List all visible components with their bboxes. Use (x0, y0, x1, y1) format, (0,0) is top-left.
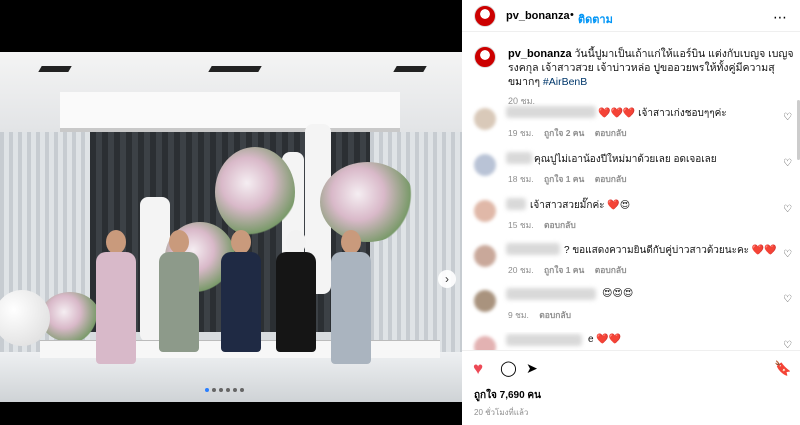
person-head (106, 230, 126, 254)
person-head (341, 230, 361, 254)
carousel-dot (205, 388, 209, 392)
comment-meta: 20 ชม. ถูกใจ 1 คน ตอบกลับ (508, 263, 626, 277)
person-suit (276, 252, 316, 352)
commenter-avatar[interactable] (474, 245, 496, 267)
comment-text: 😍😍😍 (602, 288, 634, 299)
post-actions: ♥ ◯ ➤ 🔖 ถูกใจ 7,690 คน 20 ชั่วโมงที่แล้ว (462, 350, 800, 425)
commenter-username-blurred[interactable] (506, 198, 526, 210)
separator-dot: • (570, 9, 574, 21)
commenter-avatar[interactable] (474, 154, 496, 176)
like-heart-icon[interactable]: ♥ (473, 360, 483, 377)
reply-button[interactable]: ตอบกลับ (595, 128, 627, 138)
comment-likes[interactable]: ถูกใจ 1 คน (544, 265, 584, 275)
carousel-dots (205, 388, 244, 392)
comment-item: คุณปูไม่เอาน้องปีใหม่มาด้วยเลย อดเจอเลย … (462, 150, 800, 194)
post-caption: pv_bonanza วันนี้ปูมาเป็นเถ้าแก่ให้แอร์บ… (508, 47, 794, 108)
post-photo[interactable]: › (0, 52, 462, 402)
comment-text: ❤️❤️❤️ เจ้าสาวเก่งชอบๆๆค่ะ (598, 108, 727, 119)
reply-button[interactable]: ตอบกลับ (595, 265, 627, 275)
carousel-next-button[interactable]: › (438, 270, 456, 288)
post-header: pv_bonanza • ติดตาม ⋯ (462, 0, 800, 32)
comment-item: e ❤️❤️ ♡ (462, 332, 800, 350)
comment-like-icon[interactable]: ♡ (783, 294, 792, 305)
carousel-dot (240, 388, 244, 392)
comment-text: คุณปูไม่เอาน้องปีใหม่มาด้วยเลย อดเจอเลย (534, 154, 717, 165)
post-time: 20 ชั่วโมงที่แล้ว (474, 408, 529, 417)
comment-item: เจ้าสาวสวยมั๊กค่ะ ❤️😍 15 ชม. ตอบกลับ ♡ (462, 196, 800, 240)
commenter-username-blurred[interactable] (506, 334, 582, 346)
ceiling-light (38, 66, 72, 72)
carousel-dot (212, 388, 216, 392)
carousel-dot (233, 388, 237, 392)
commenter-avatar[interactable] (474, 290, 496, 312)
comment-meta: 18 ชม. ถูกใจ 1 คน ตอบกลับ (508, 172, 626, 186)
ceiling-light (393, 66, 427, 72)
person (325, 230, 377, 364)
person-head (286, 230, 306, 254)
comment-item: ❤️❤️❤️ เจ้าสาวเก่งชอบๆๆค่ะ 19 ชม. ถูกใจ … (462, 104, 800, 148)
comment-like-icon[interactable]: ♡ (783, 112, 792, 123)
share-icon[interactable]: ➤ (526, 360, 538, 377)
follow-button[interactable]: ติดตาม (578, 10, 613, 28)
commenter-username-blurred[interactable] (506, 152, 532, 164)
commenter-avatar[interactable] (474, 108, 496, 130)
author-username[interactable]: pv_bonanza (506, 10, 570, 22)
person (270, 230, 322, 358)
comment-meta: 15 ชม. ตอบกลับ (508, 218, 576, 232)
comment-like-icon[interactable]: ♡ (783, 340, 792, 350)
commenter-avatar[interactable] (474, 336, 496, 350)
person-gown (331, 252, 371, 364)
ceiling-light (208, 66, 262, 72)
photo-ceiling (0, 52, 462, 132)
person (90, 230, 142, 364)
person-suit (221, 252, 261, 352)
person-head (231, 230, 251, 254)
commenter-username-blurred[interactable] (506, 243, 560, 255)
person (153, 230, 205, 358)
comment-likes[interactable]: ถูกใจ 2 คน (544, 128, 584, 138)
person (215, 230, 267, 358)
comment-icon[interactable]: ◯ (500, 360, 517, 377)
comment-like-icon[interactable]: ♡ (783, 204, 792, 215)
instagram-post-viewer: › pv_bonanza • ติดตาม ⋯ pv_bonanza วันนี… (0, 0, 800, 425)
comment-time: 15 ชม. (508, 220, 534, 230)
reply-button[interactable]: ตอบกลับ (595, 174, 627, 184)
caption-hashtag[interactable]: #AirBenB (543, 76, 587, 88)
commenter-username-blurred[interactable] (506, 288, 596, 300)
comment-text: e ❤️❤️ (588, 334, 622, 345)
caption-avatar[interactable] (474, 46, 496, 68)
carousel-dot (226, 388, 230, 392)
flower-arrangement (215, 147, 295, 237)
person-dress (96, 252, 136, 364)
bookmark-icon[interactable]: 🔖 (774, 360, 791, 377)
person-head (169, 230, 189, 254)
comment-text: เจ้าสาวสวยมั๊กค่ะ ❤️😍 (530, 200, 631, 211)
commenter-avatar[interactable] (474, 200, 496, 222)
more-options-icon[interactable]: ⋯ (773, 9, 788, 26)
carousel-dot (219, 388, 223, 392)
chevron-right-icon: › (445, 272, 449, 286)
comment-like-icon[interactable]: ♡ (783, 158, 792, 169)
ceiling-beam (60, 92, 400, 132)
comment-meta: 9 ชม. ตอบกลับ (508, 308, 571, 322)
comment-text: ? ขอแสดงความยินดีกับคู่บ่าวสาวด้วยนะคะ ❤… (564, 245, 777, 256)
person-shirt (159, 252, 199, 352)
comment-like-icon[interactable]: ♡ (783, 249, 792, 260)
comment-time: 19 ชม. (508, 128, 534, 138)
comment-time: 9 ชม. (508, 310, 529, 320)
commenter-username-blurred[interactable] (506, 106, 596, 118)
comment-item: 😍😍😍 9 ชม. ตอบกลับ ♡ (462, 286, 800, 330)
post-side-panel: pv_bonanza • ติดตาม ⋯ pv_bonanza วันนี้ป… (462, 0, 800, 425)
reply-button[interactable]: ตอบกลับ (544, 220, 576, 230)
comment-item: ? ขอแสดงความยินดีกับคู่บ่าวสาวด้วยนะคะ ❤… (462, 241, 800, 285)
reply-button[interactable]: ตอบกลับ (539, 310, 571, 320)
author-avatar[interactable] (474, 5, 496, 27)
comment-time: 20 ชม. (508, 265, 534, 275)
photo-floor (0, 352, 462, 402)
comment-likes[interactable]: ถูกใจ 1 คน (544, 174, 584, 184)
likes-count[interactable]: ถูกใจ 7,690 คน (474, 388, 541, 403)
comment-time: 18 ชม. (508, 174, 534, 184)
caption-username[interactable]: pv_bonanza (508, 48, 572, 60)
comment-meta: 19 ชม. ถูกใจ 2 คน ตอบกลับ (508, 126, 626, 140)
